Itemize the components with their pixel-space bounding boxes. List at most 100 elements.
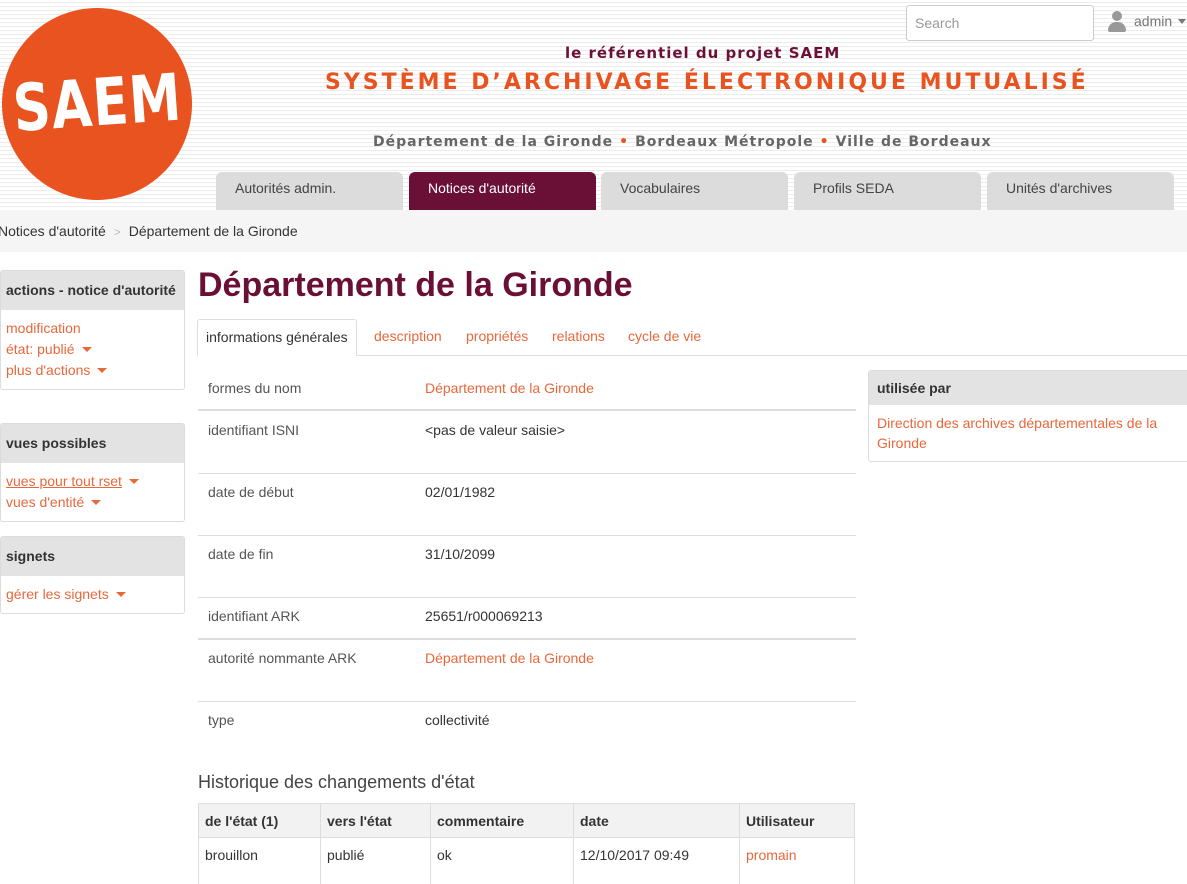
used-by-panel: utilisée par Direction des archives dépa… [868,370,1187,462]
tab-label: cycle de vie [628,328,702,344]
breadcrumb-current: Département de la Gironde [128,223,298,239]
attribute-value-link[interactable]: Département de la Gironde [425,380,594,396]
tab-relations[interactable]: relations [552,319,605,356]
actions-box-title: actions - notice d'autorité [1,271,184,310]
action-etat-publie[interactable]: état: publié [6,339,179,360]
view-rset[interactable]: vues pour tout rset [6,471,179,492]
nav-tab-label: Vocabulaires [620,180,701,196]
attribute-value: 02/01/1982 [425,484,496,500]
nav-tab-unites-archives[interactable]: Unités d'archives [987,172,1174,210]
tab-cycle-de-vie[interactable]: cycle de vie [628,319,701,356]
attribute-value-link[interactable]: Département de la Gironde [425,650,594,666]
partner-ville-bordeaux: Ville de Bordeaux [835,134,992,150]
attribute-label: date de fin [208,546,274,562]
bookmark-label: gérer les signets [6,586,109,602]
table-row: brouillon publié ok 12/10/2017 09:49 pro… [198,837,855,884]
tab-proprietes[interactable]: propriétés [466,319,528,356]
attribute-value: 31/10/2099 [425,546,496,562]
attribute-label: formes du nom [208,380,302,396]
attribute-row: identifiant ARK 25651/r000069213 [198,598,856,640]
attribute-label: identifiant ISNI [208,422,300,438]
caret-down-icon [115,592,126,597]
table-cell: 12/10/2017 09:49 [573,837,740,884]
action-label: modification [6,320,81,336]
attribute-row: formes du nom Département de la Gironde [198,370,856,411]
attribute-value: 25651/r000069213 [425,608,543,624]
used-by-link[interactable]: Direction des archives départementales d… [877,413,1177,453]
logo-text: SAEM [10,60,184,148]
tab-label: propriétés [466,328,529,344]
partner-bordeaux-metropole: Bordeaux Métropole [635,134,814,150]
caret-down-icon [91,500,102,505]
nav-tab-notices-autorite[interactable]: Notices d'autorité [409,172,596,210]
nav-tab-profils-seda[interactable]: Profils SEDA [794,172,981,210]
actions-box: actions - notice d'autorité modification… [0,270,185,390]
attribute-row: date de début 02/01/1982 [198,474,856,536]
bookmarks-box: signets gérer les signets [0,536,185,614]
attribute-label: identifiant ARK [208,608,300,624]
attribute-label: autorité nommante ARK [208,650,357,666]
partner-gironde: Département de la Gironde [373,134,614,150]
saem-logo[interactable]: SAEM [2,8,192,200]
user-menu[interactable]: admin [1106,10,1187,32]
breadcrumb-separator: > [113,225,121,239]
action-plus-actions[interactable]: plus d'actions [6,360,179,381]
table-header-row: de l'état (1) vers l'état commentaire da… [198,803,855,838]
tab-informations-generales[interactable]: informations générales [197,319,357,356]
breadcrumb: Notices d'autorité > Département de la Gir… [0,210,1187,252]
tab-label: description [374,328,442,344]
attribute-row: date de fin 31/10/2099 [198,536,856,598]
attribute-row: type collectivité [198,702,856,744]
nav-tab-label: Profils SEDA [813,180,894,196]
user-name: admin [1134,13,1173,29]
attribute-row: identifiant ISNI <pas de valeur saisie> [198,412,856,474]
used-by-title: utilisée par [869,371,1187,405]
nav-tab-label: Unités d'archives [1006,180,1113,196]
table-cell: ok [430,837,574,884]
page-title: Département de la Gironde [198,266,633,304]
table-cell: brouillon [198,837,321,884]
user-link[interactable]: promain [739,837,855,884]
view-label: vues d'entité [6,494,85,510]
column-header[interactable]: commentaire [430,803,574,838]
table-cell: publié [320,837,431,884]
action-label: état: publié [6,341,75,357]
caret-down-icon [81,347,92,352]
column-header[interactable]: Utilisateur [739,803,855,838]
attribute-label: type [208,712,235,728]
attribute-value: <pas de valeur saisie> [425,422,566,438]
views-box-title: vues possibles [1,424,184,463]
chevron-down-icon [1178,18,1187,24]
tab-label: informations générales [206,329,348,345]
attribute-value: collectivité [425,712,490,728]
views-box: vues possibles vues pour tout rset vues … [0,423,185,522]
bookmarks-box-title: signets [1,537,184,576]
partner-separator: • [819,134,830,150]
caret-down-icon [128,479,139,484]
system-title: SYSTÈME D’ARCHIVAGE ÉLECTRONIQUE MUTUALI… [325,70,1089,95]
view-entite[interactable]: vues d'entité [6,492,179,513]
column-header[interactable]: vers l'état [320,803,431,838]
search-input[interactable] [906,5,1094,41]
attribute-label: date de début [208,484,294,500]
view-label: vues pour tout rset [6,473,122,489]
nav-tab-vocabulaires[interactable]: Vocabulaires [601,172,788,210]
breadcrumb-link-notices[interactable]: Notices d'autorité [0,223,106,239]
tab-description[interactable]: description [374,319,442,356]
manage-bookmarks[interactable]: gérer les signets [6,584,179,605]
caret-down-icon [97,368,108,373]
action-label: plus d'actions [6,362,91,378]
nav-tab-label: Autorités admin. [235,180,337,196]
partners-line: Département de la Gironde • Bordeaux Métro… [373,134,992,150]
nav-tab-label: Notices d'autorité [428,180,536,196]
history-title: Historique des changements d'état [198,772,475,792]
column-header[interactable]: date [573,803,740,838]
tab-label: relations [552,328,605,344]
action-modification[interactable]: modification [6,318,179,339]
nav-tab-autorites-admin[interactable]: Autorités admin. [216,172,403,210]
history-table: de l'état (1) vers l'état commentaire da… [198,803,855,884]
attribute-row: autorité nommante ARK Département de la … [198,640,856,702]
site-tagline: le référentiel du projet SAEM [565,44,841,62]
partner-separator: • [619,134,630,150]
column-header[interactable]: de l'état (1) [198,803,321,838]
